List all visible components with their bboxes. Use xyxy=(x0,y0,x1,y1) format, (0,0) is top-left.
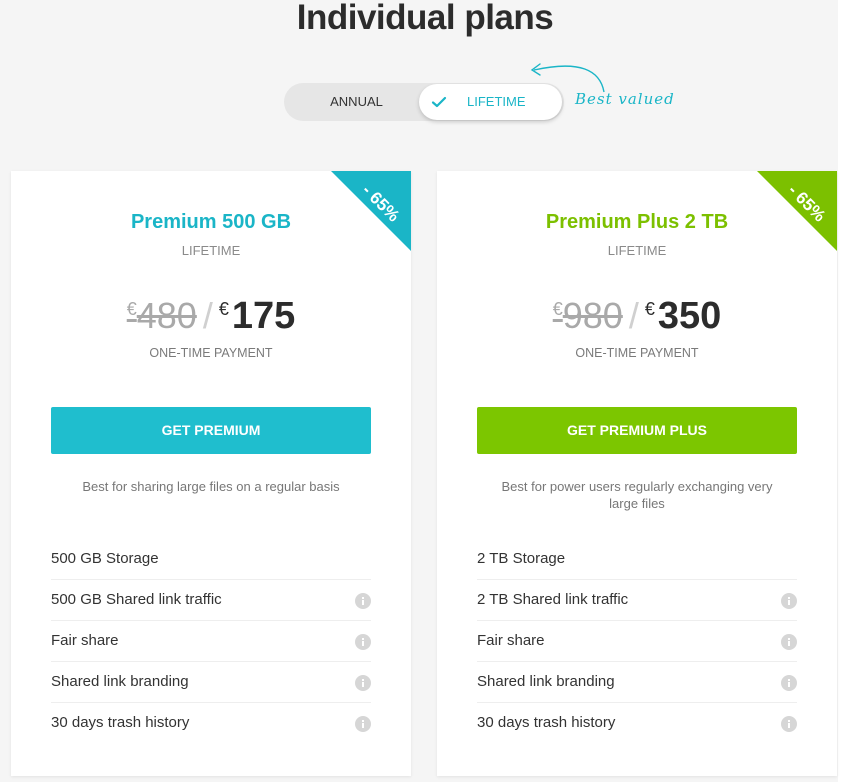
info-icon[interactable] xyxy=(355,675,371,691)
feature-label: Shared link branding xyxy=(477,673,615,690)
list-item: Fair share xyxy=(51,621,371,662)
plan-description: Best for power users regularly exchangin… xyxy=(501,479,773,511)
list-item: Fair share xyxy=(477,621,797,662)
price-row: €980/€350 xyxy=(552,295,722,337)
list-item: 2 TB Storage xyxy=(477,539,797,580)
list-item: 2 TB Shared link traffic xyxy=(477,580,797,621)
page-title: Individual plans xyxy=(296,0,554,37)
list-item: 30 days trash history xyxy=(477,703,797,743)
toggle-option-annual[interactable]: ANNUAL xyxy=(284,83,429,121)
get-premium-button[interactable]: GET PREMIUM xyxy=(51,407,371,454)
info-icon[interactable] xyxy=(355,634,371,650)
feature-list: 2 TB Storage 2 TB Shared link traffic Fa… xyxy=(477,539,797,743)
info-icon[interactable] xyxy=(781,634,797,650)
toggle-option-lifetime-label: LIFETIME xyxy=(467,94,526,109)
get-premium-plus-button[interactable]: GET PREMIUM PLUS xyxy=(477,407,797,454)
list-item: Shared link branding xyxy=(477,662,797,703)
feature-label: 2 TB Storage xyxy=(477,550,566,567)
info-icon[interactable] xyxy=(781,716,797,732)
feature-label: Shared link branding xyxy=(51,673,189,690)
plan-period: LIFETIME xyxy=(607,243,667,258)
plan-description: Best for sharing large files on a regula… xyxy=(82,479,340,494)
feature-label: 500 GB Shared link traffic xyxy=(51,591,222,608)
feature-label: Fair share xyxy=(477,632,545,649)
page-edge xyxy=(838,0,850,782)
feature-label: 30 days trash history xyxy=(477,714,616,731)
info-icon[interactable] xyxy=(781,593,797,609)
plan-period: LIFETIME xyxy=(181,243,241,258)
new-price: €175 xyxy=(218,295,296,337)
old-price: €480 xyxy=(126,295,197,336)
plan-card-premium-plus: - 65% Premium Plus 2 TB LIFETIME €980/€3… xyxy=(437,171,837,776)
payment-note: ONE-TIME PAYMENT xyxy=(575,346,699,360)
list-item: 30 days trash history xyxy=(51,703,371,743)
plan-name: Premium 500 GB xyxy=(130,211,292,233)
info-icon[interactable] xyxy=(781,675,797,691)
feature-label: 2 TB Shared link traffic xyxy=(477,591,629,608)
feature-label: 30 days trash history xyxy=(51,714,190,731)
list-item: Shared link branding xyxy=(51,662,371,703)
plan-card-premium: - 65% Premium 500 GB LIFETIME €480/€175 … xyxy=(11,171,411,776)
feature-label: 500 GB Storage xyxy=(51,550,159,567)
list-item: 500 GB Storage xyxy=(51,539,371,580)
info-icon[interactable] xyxy=(355,716,371,732)
check-icon xyxy=(431,94,447,110)
old-price: €980 xyxy=(552,295,623,336)
plan-name: Premium Plus 2 TB xyxy=(545,211,729,233)
payment-note: ONE-TIME PAYMENT xyxy=(149,346,273,360)
list-item: 500 GB Shared link traffic xyxy=(51,580,371,621)
feature-label: Fair share xyxy=(51,632,119,649)
feature-list: 500 GB Storage 500 GB Shared link traffi… xyxy=(51,539,371,743)
price-row: €480/€175 xyxy=(126,295,296,337)
new-price: €350 xyxy=(644,295,722,337)
info-icon[interactable] xyxy=(355,593,371,609)
best-valued-annotation: Best valued xyxy=(575,90,675,108)
